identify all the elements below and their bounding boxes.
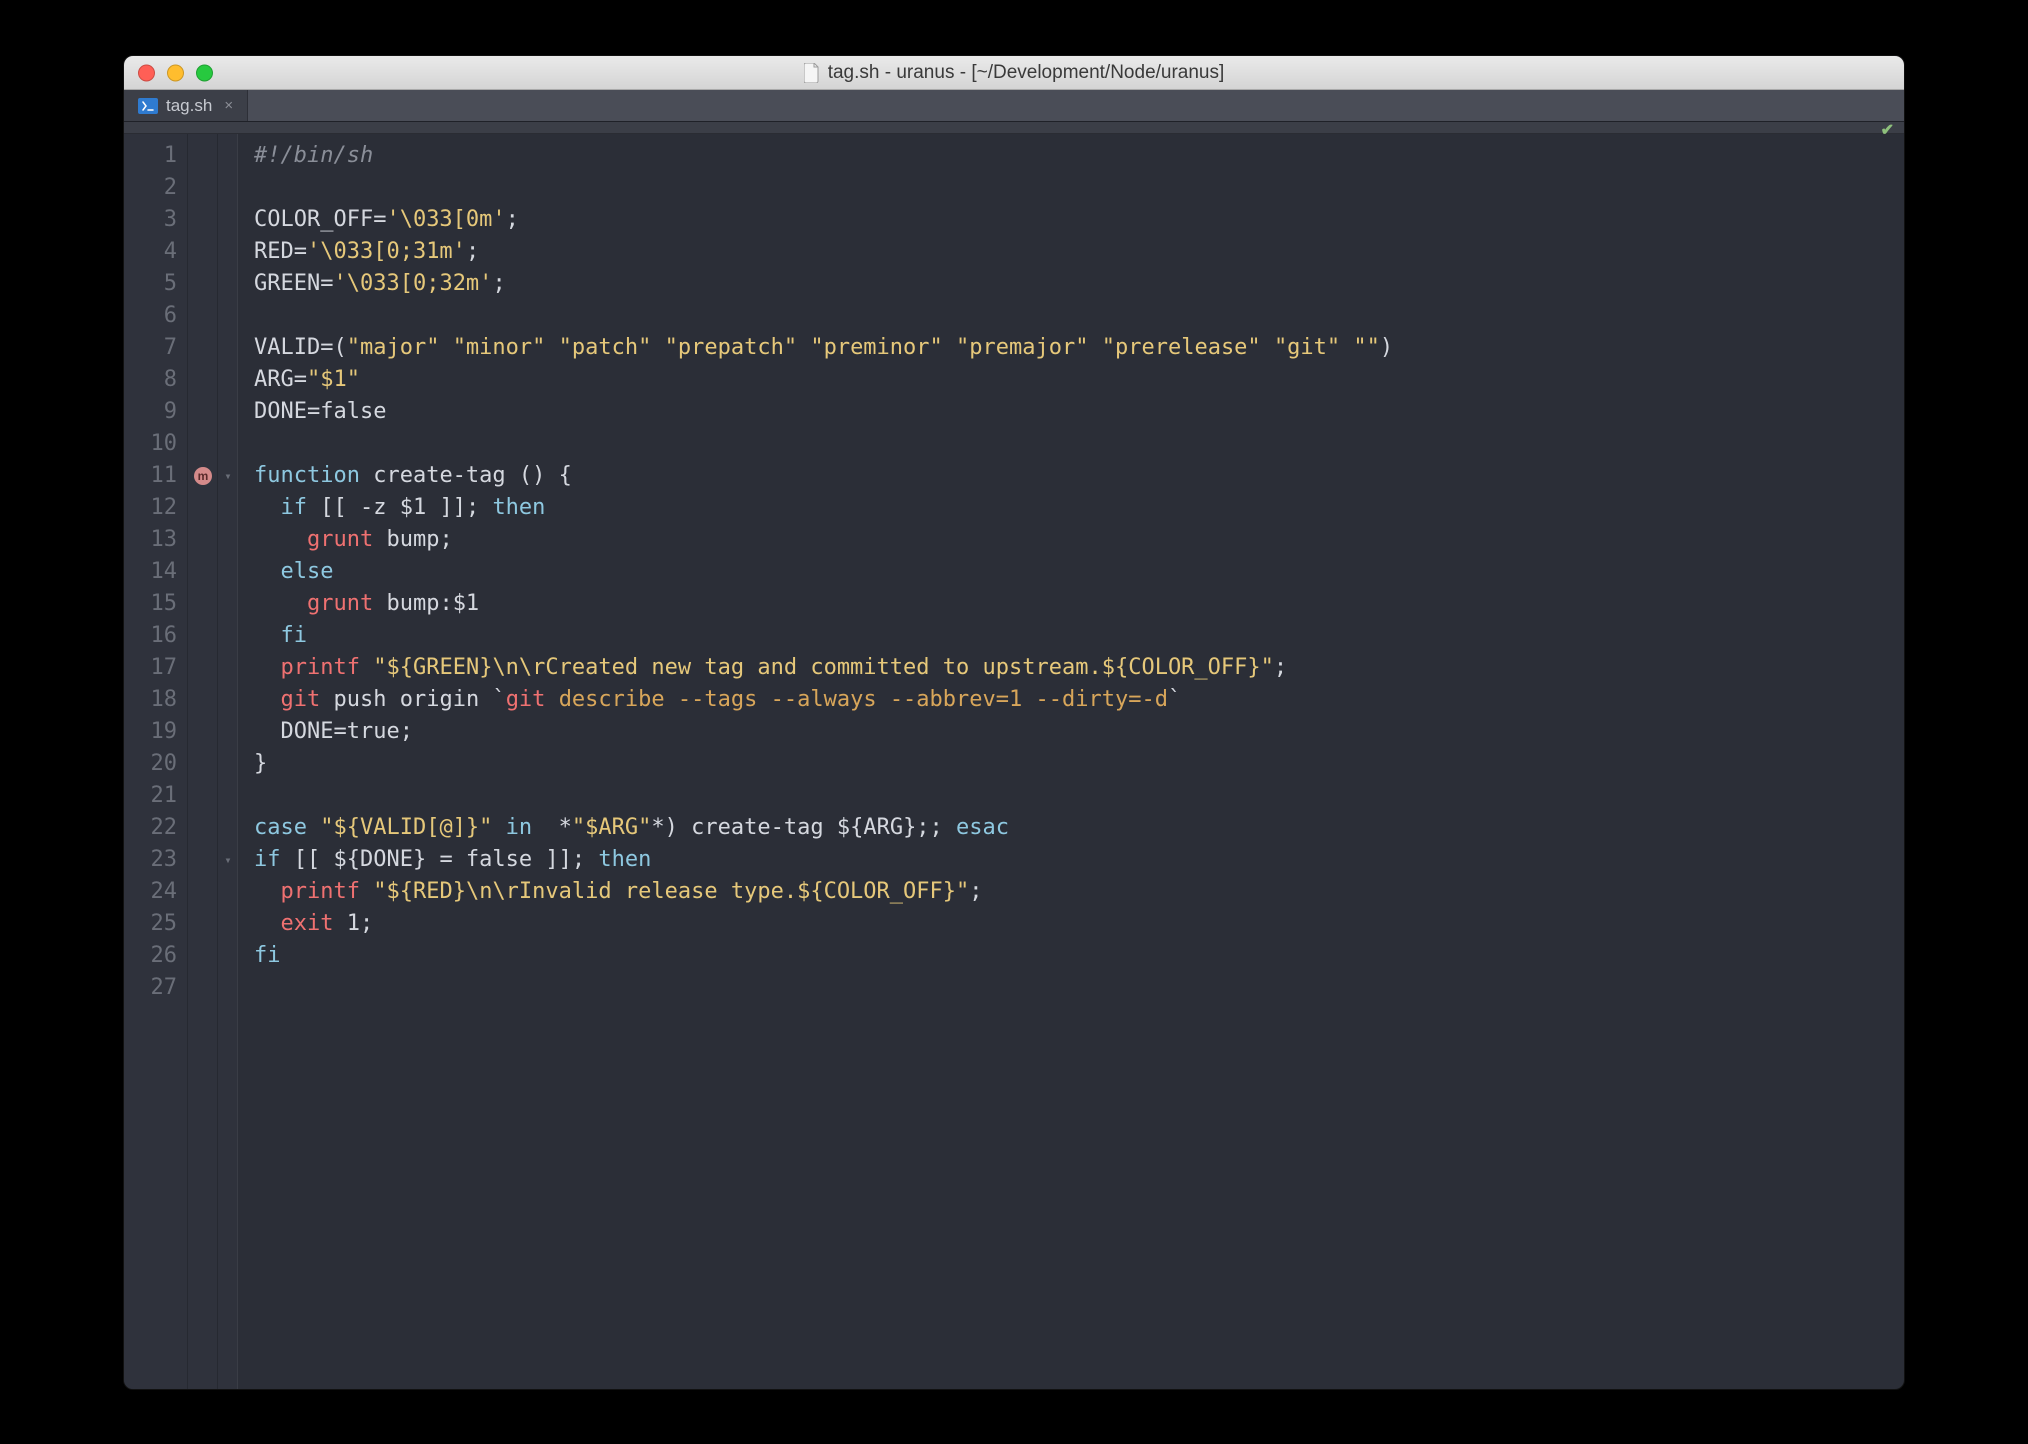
fold-toggle-icon[interactable]: ▾: [221, 469, 235, 483]
code-line[interactable]: GREEN='\033[0;32m';: [254, 268, 1904, 300]
tab-bar: tag.sh ×: [124, 90, 1904, 122]
window-controls: [138, 64, 213, 81]
line-number: 25: [124, 908, 177, 940]
line-number: 2: [124, 172, 177, 204]
line-number: 15: [124, 588, 177, 620]
code-line[interactable]: [254, 780, 1904, 812]
code-line[interactable]: [254, 972, 1904, 1004]
line-number: 9: [124, 396, 177, 428]
code-line[interactable]: case "${VALID[@]}" in *"$ARG"*) create-t…: [254, 812, 1904, 844]
code-line[interactable]: else: [254, 556, 1904, 588]
document-icon: [804, 63, 820, 82]
code-area[interactable]: #!/bin/sh COLOR_OFF='\033[0m';RED='\033[0…: [238, 134, 1904, 1389]
code-line[interactable]: fi: [254, 620, 1904, 652]
minimize-window-button[interactable]: [167, 64, 184, 81]
code-editor[interactable]: 1234567891011121314151617181920212223242…: [124, 134, 1904, 1389]
line-number: 12: [124, 492, 177, 524]
line-number: 7: [124, 332, 177, 364]
line-number: 27: [124, 972, 177, 1004]
breakpoint-marker[interactable]: m: [194, 467, 212, 485]
code-line[interactable]: grunt bump;: [254, 524, 1904, 556]
code-line[interactable]: grunt bump:$1: [254, 588, 1904, 620]
line-number: 8: [124, 364, 177, 396]
code-line[interactable]: RED='\033[0;31m';: [254, 236, 1904, 268]
code-line[interactable]: exit 1;: [254, 908, 1904, 940]
line-number: 19: [124, 716, 177, 748]
close-window-button[interactable]: [138, 64, 155, 81]
editor-window: tag.sh - uranus - [~/Development/Node/ur…: [123, 55, 1905, 1390]
line-number: 13: [124, 524, 177, 556]
file-tab-label: tag.sh: [166, 96, 212, 116]
line-number: 3: [124, 204, 177, 236]
code-line[interactable]: DONE=true;: [254, 716, 1904, 748]
code-line[interactable]: [254, 300, 1904, 332]
code-line[interactable]: if [[ -z $1 ]]; then: [254, 492, 1904, 524]
line-number: 21: [124, 780, 177, 812]
line-number: 18: [124, 684, 177, 716]
window-title: tag.sh - uranus - [~/Development/Node/ur…: [124, 62, 1904, 84]
close-tab-icon[interactable]: ×: [224, 97, 233, 114]
line-number: 16: [124, 620, 177, 652]
line-number: 6: [124, 300, 177, 332]
line-number: 4: [124, 236, 177, 268]
code-line[interactable]: printf "${RED}\n\rInvalid release type.$…: [254, 876, 1904, 908]
window-title-text: tag.sh - uranus - [~/Development/Node/ur…: [828, 62, 1225, 84]
zoom-window-button[interactable]: [196, 64, 213, 81]
fold-gutter: ▾▾: [218, 134, 238, 1389]
line-number: 14: [124, 556, 177, 588]
code-line[interactable]: if [[ ${DONE} = false ]]; then: [254, 844, 1904, 876]
line-number: 22: [124, 812, 177, 844]
code-line[interactable]: COLOR_OFF='\033[0m';: [254, 204, 1904, 236]
code-line[interactable]: printf "${GREEN}\n\rCreated new tag and …: [254, 652, 1904, 684]
file-tab[interactable]: tag.sh ×: [124, 90, 248, 121]
code-line[interactable]: git push origin `git describe --tags --a…: [254, 684, 1904, 716]
code-line[interactable]: }: [254, 748, 1904, 780]
code-line[interactable]: VALID=("major" "minor" "patch" "prepatch…: [254, 332, 1904, 364]
code-line[interactable]: [254, 428, 1904, 460]
line-number: 1: [124, 140, 177, 172]
code-line[interactable]: fi: [254, 940, 1904, 972]
line-number: 23: [124, 844, 177, 876]
line-number: 5: [124, 268, 177, 300]
marker-gutter: m: [188, 134, 218, 1389]
line-number: 10: [124, 428, 177, 460]
code-line[interactable]: function create-tag () {: [254, 460, 1904, 492]
code-line[interactable]: [254, 172, 1904, 204]
shell-file-icon: [138, 98, 158, 114]
inspection-strip: ✔: [124, 122, 1904, 134]
line-number: 24: [124, 876, 177, 908]
line-number-gutter: 1234567891011121314151617181920212223242…: [124, 134, 188, 1389]
line-number: 17: [124, 652, 177, 684]
titlebar: tag.sh - uranus - [~/Development/Node/ur…: [124, 56, 1904, 90]
code-line[interactable]: #!/bin/sh: [254, 140, 1904, 172]
fold-toggle-icon[interactable]: ▾: [221, 853, 235, 867]
line-number: 11: [124, 460, 177, 492]
line-number: 26: [124, 940, 177, 972]
code-line[interactable]: ARG="$1": [254, 364, 1904, 396]
inspection-ok-icon: ✔: [1881, 120, 1894, 140]
code-line[interactable]: DONE=false: [254, 396, 1904, 428]
line-number: 20: [124, 748, 177, 780]
